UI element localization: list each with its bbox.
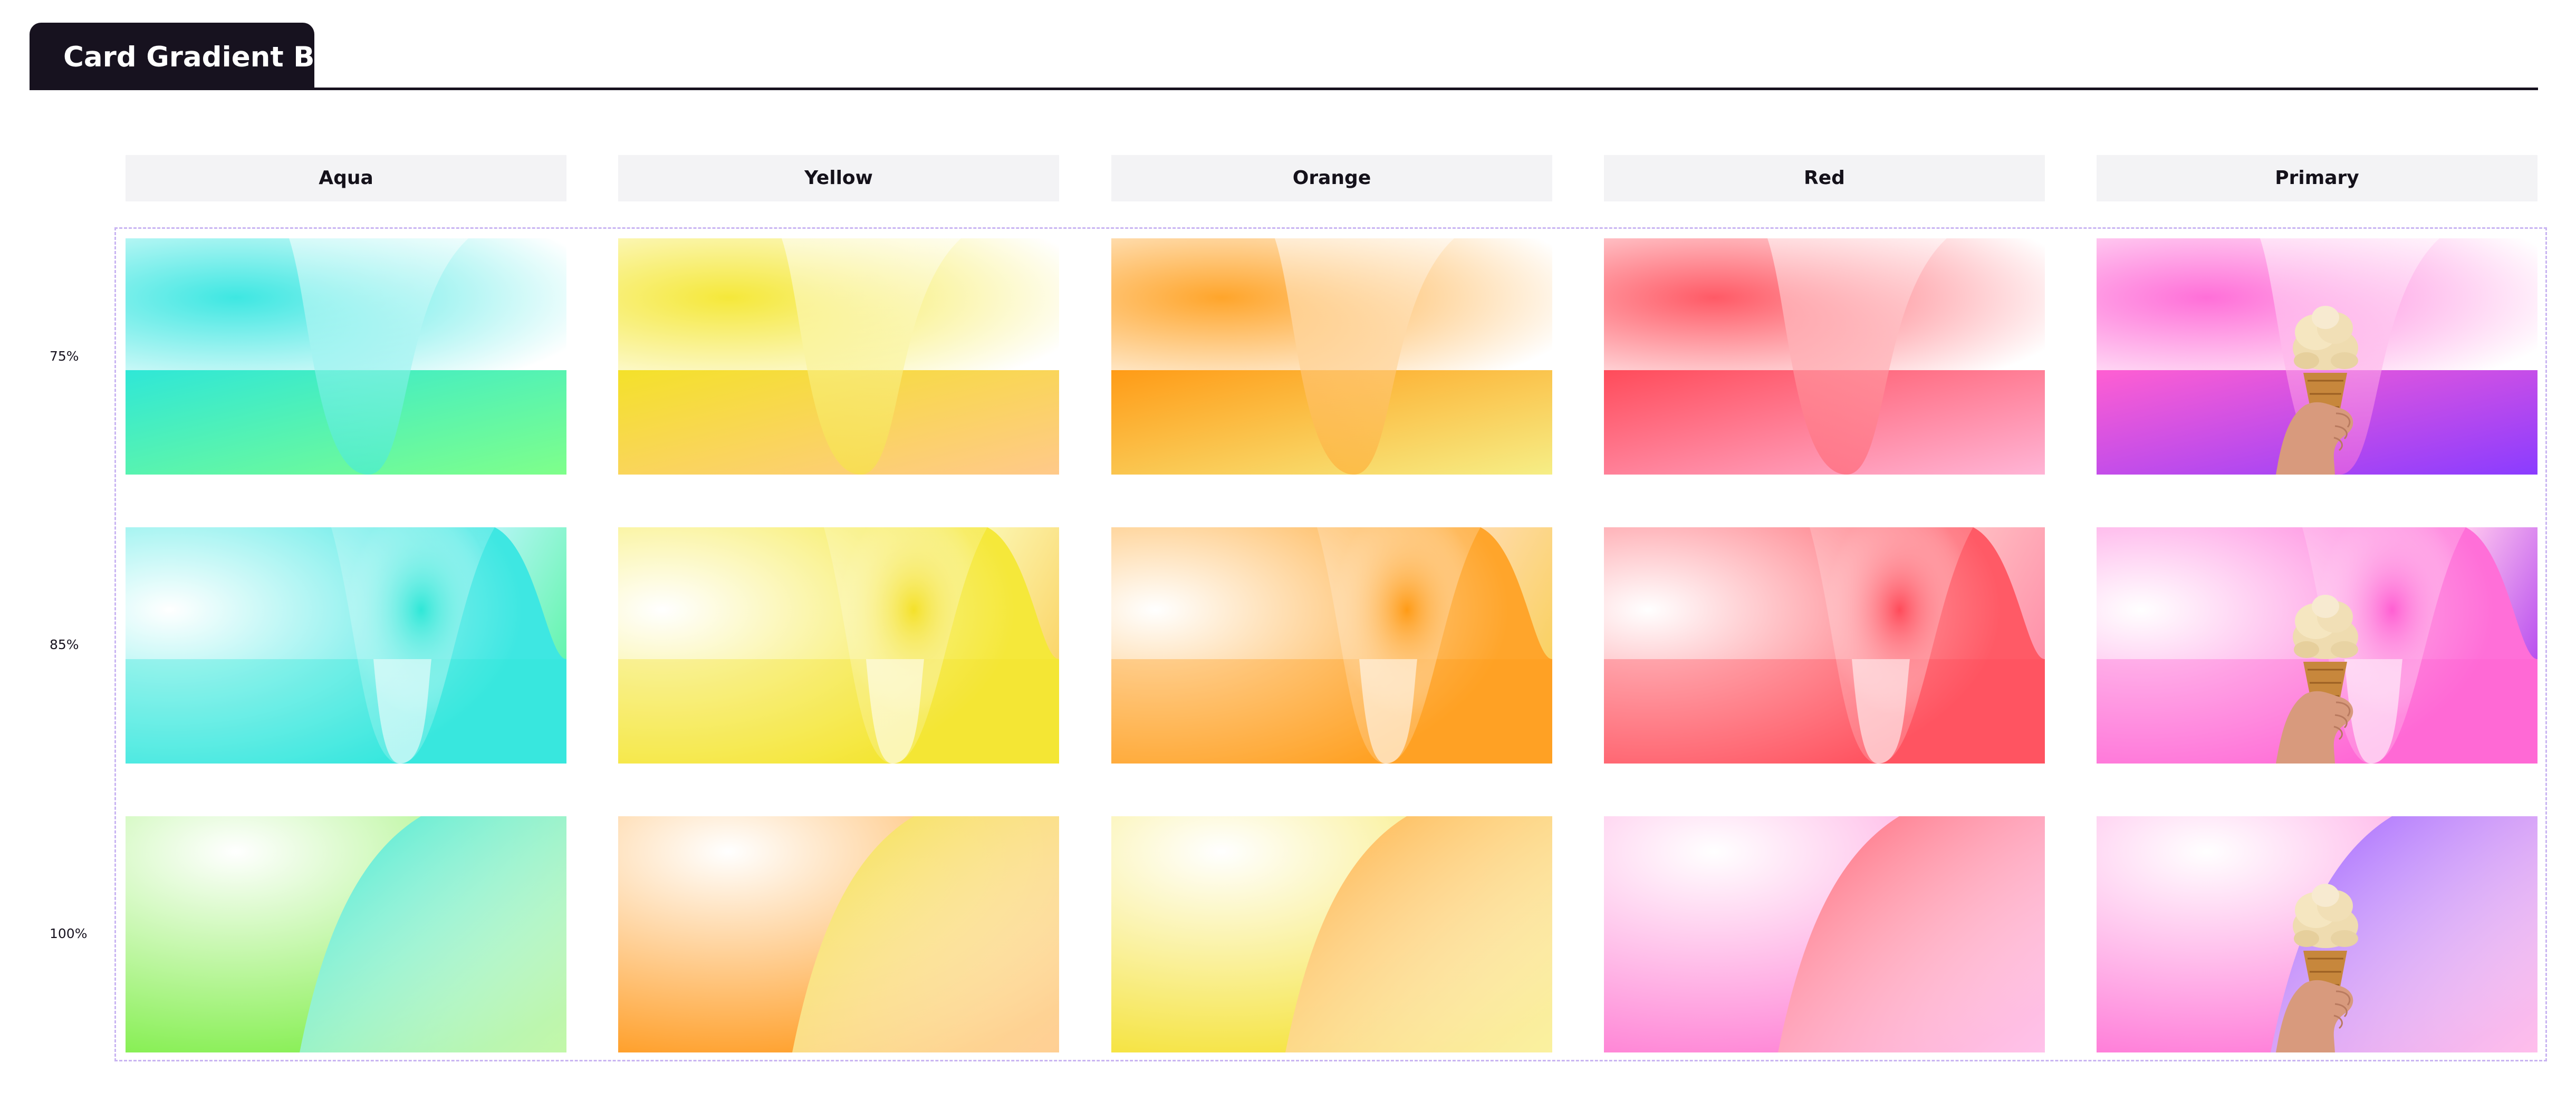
gradient-card-yellow-75 xyxy=(618,238,1059,475)
gradient-card-aqua-75 xyxy=(126,238,566,475)
column-header-orange: Orange xyxy=(1111,155,1552,201)
ice-cream-cone-image xyxy=(2255,302,2392,475)
row-label-75: 75% xyxy=(50,349,79,364)
gradient-pattern xyxy=(1111,527,1552,764)
gradient-pattern xyxy=(126,816,566,1052)
gradient-pattern xyxy=(126,527,566,764)
column-header-aqua: Aqua xyxy=(126,155,566,201)
gradient-pattern xyxy=(1111,238,1552,475)
gradient-card-aqua-85 xyxy=(126,527,566,764)
gradient-card-orange-75 xyxy=(1111,238,1552,475)
gradient-pattern xyxy=(1111,816,1552,1052)
gradient-pattern xyxy=(618,816,1059,1052)
ice-cream-cone-image xyxy=(2255,880,2392,1052)
gradient-card-red-85 xyxy=(1604,527,2045,764)
gradient-card-primary-75 xyxy=(2097,238,2537,475)
section-title: Card Gradient Bg xyxy=(63,41,335,73)
gradient-card-red-100 xyxy=(1604,816,2045,1052)
gradient-card-yellow-100 xyxy=(618,816,1059,1052)
gradient-pattern xyxy=(1604,527,2045,764)
gradient-pattern xyxy=(126,238,566,475)
gradient-card-yellow-85 xyxy=(618,527,1059,764)
gradient-card-orange-100 xyxy=(1111,816,1552,1052)
gradient-pattern xyxy=(1604,816,2045,1052)
column-header-yellow: Yellow xyxy=(618,155,1059,201)
gradient-pattern xyxy=(1604,238,2045,475)
gradient-card-primary-100 xyxy=(2097,816,2537,1052)
gradient-pattern xyxy=(618,238,1059,475)
section-title-tab: Card Gradient Bg xyxy=(30,23,335,89)
gradient-card-primary-85 xyxy=(2097,527,2537,764)
gradient-pattern xyxy=(618,527,1059,764)
ice-cream-cone-image xyxy=(2255,591,2392,764)
gradient-card-orange-85 xyxy=(1111,527,1552,764)
gradient-card-aqua-100 xyxy=(126,816,566,1052)
gradient-card-red-75 xyxy=(1604,238,2045,475)
column-header-red: Red xyxy=(1604,155,2045,201)
title-divider xyxy=(30,88,2538,90)
row-label-100: 100% xyxy=(50,926,88,941)
column-header-primary: Primary xyxy=(2097,155,2537,201)
row-label-85: 85% xyxy=(50,637,79,652)
